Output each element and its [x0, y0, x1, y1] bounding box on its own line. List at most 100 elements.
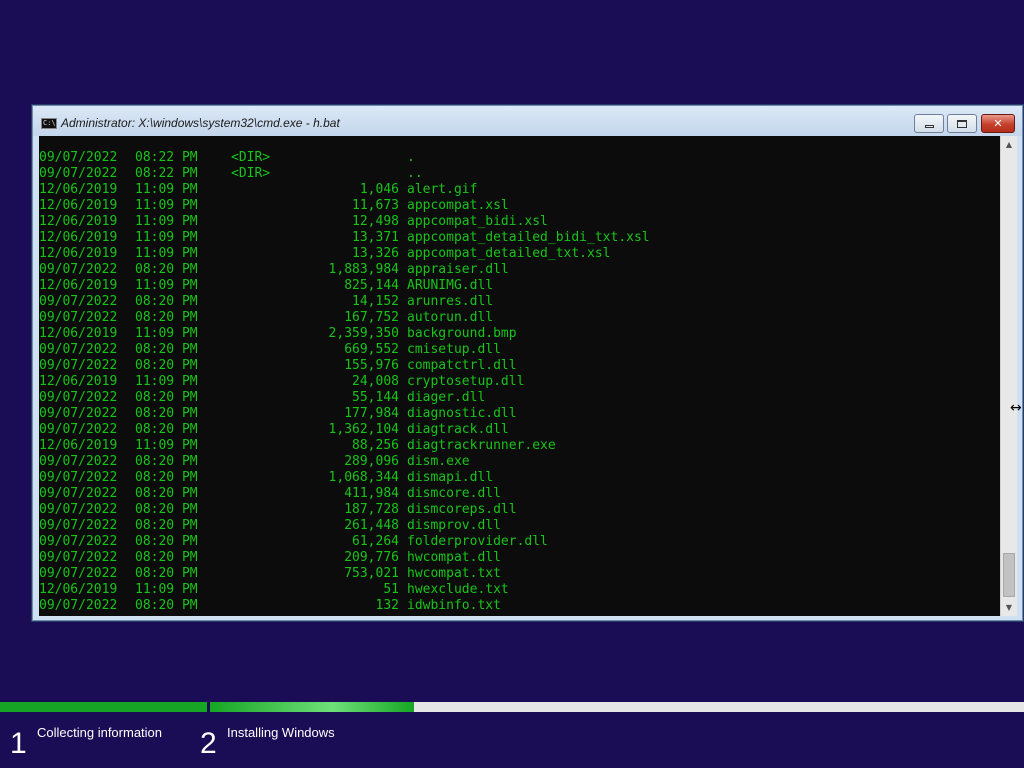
row-date: 12/06/2019 [39, 214, 118, 229]
close-button[interactable]: ✕ [981, 114, 1015, 133]
minimize-button[interactable] [914, 114, 944, 133]
listing-row: 12/06/2019 11:09 PM 13,326 appcompat_detail… [39, 246, 650, 262]
step-label: Collecting information [37, 725, 163, 740]
listing-row: 09/07/2022 08:20 PM 669,552 cmisetup.dll [39, 342, 650, 358]
row-size: 187,728 [344, 502, 399, 517]
row-size: 88,256 [352, 438, 399, 453]
cmd-icon: C:\_ [41, 118, 57, 129]
row-date: 12/06/2019 [39, 582, 118, 597]
listing-row: 09/07/2022 08:20 PM 1,883,984 appraiser.dll [39, 262, 650, 278]
title-bar[interactable]: C:\_ Administrator: X:\windows\system32\… [33, 106, 1022, 136]
row-time: 08:20 PM [135, 358, 198, 373]
scroll-thumb[interactable] [1003, 553, 1015, 597]
row-size: 177,984 [344, 406, 399, 421]
row-time: 08:20 PM [135, 422, 198, 437]
row-date: 09/07/2022 [39, 598, 118, 613]
row-filename: hwcompat.txt [407, 566, 501, 581]
row-size: 61,264 [352, 534, 399, 549]
listing-row: 09/07/2022 08:20 PM 132 idwbinfo.txt [39, 598, 650, 614]
row-date: 09/07/2022 [39, 454, 118, 469]
row-date: 09/07/2022 [39, 502, 118, 517]
row-size: 167,752 [344, 310, 399, 325]
listing-row: 12/06/2019 11:09 PM 88,256 diagtrackrunner.… [39, 438, 650, 454]
vertical-scrollbar[interactable]: ▲ ▼ [1000, 136, 1017, 616]
listing-row: 09/07/2022 08:20 PM 1,362,104 diagtrack.dll [39, 422, 650, 438]
listing-row: 09/07/2022 08:20 PM 1,068,344 dismapi.dll [39, 470, 650, 486]
row-filename: arunres.dll [407, 294, 494, 309]
row-size: 209,776 [344, 550, 399, 565]
row-size: 24,008 [352, 374, 399, 389]
row-date: 09/07/2022 [39, 406, 118, 421]
row-date: 09/07/2022 [39, 486, 118, 501]
row-time: 08:20 PM [135, 310, 198, 325]
row-date: 12/06/2019 [39, 182, 118, 197]
row-filename: autorun.dll [407, 310, 494, 325]
row-size: 1,362,104 [328, 422, 399, 437]
row-filename: folderprovider.dll [407, 534, 548, 549]
row-size: 753,021 [344, 566, 399, 581]
row-size: 2,359,350 [328, 326, 399, 341]
row-time: 08:20 PM [135, 470, 198, 485]
step2-progress [210, 702, 414, 712]
row-date: 09/07/2022 [39, 150, 118, 165]
row-dir-tag: <DIR> [231, 150, 271, 165]
row-size: 55,144 [352, 390, 399, 405]
setup-progress-bar [0, 702, 1024, 712]
maximize-button[interactable] [947, 114, 977, 133]
row-time: 11:09 PM [135, 374, 198, 389]
row-dir-tag: <DIR> [231, 166, 271, 181]
row-time: 08:20 PM [135, 294, 198, 309]
row-size: 155,976 [344, 358, 399, 373]
directory-listing: 09/07/2022 08:22 PM <DIR>. 09/07/2022 08:22 … [39, 150, 650, 614]
listing-row: 09/07/2022 08:20 PM 167,752 autorun.dll [39, 310, 650, 326]
row-filename: cryptosetup.dll [407, 374, 525, 389]
row-date: 09/07/2022 [39, 294, 118, 309]
row-filename: dism.exe [407, 454, 470, 469]
row-time: 08:22 PM [135, 166, 198, 181]
listing-row: 12/06/2019 11:09 PM 24,008 cryptosetup.dll [39, 374, 650, 390]
row-date: 09/07/2022 [39, 422, 118, 437]
listing-row: 09/07/2022 08:20 PM 289,096 dism.exe [39, 454, 650, 470]
row-time: 11:09 PM [135, 198, 198, 213]
step-number: 1 [10, 727, 27, 760]
row-filename: appcompat_detailed_bidi_txt.xsl [407, 230, 650, 245]
row-time: 08:20 PM [135, 454, 198, 469]
row-date: 12/06/2019 [39, 278, 118, 293]
row-size: 13,371 [352, 230, 399, 245]
row-time: 08:20 PM [135, 534, 198, 549]
row-time: 08:20 PM [135, 518, 198, 533]
row-filename: ARUNIMG.dll [407, 278, 494, 293]
listing-row: 12/06/2019 11:09 PM 13,371 appcompat_detail… [39, 230, 650, 246]
row-filename: idwbinfo.txt [407, 598, 501, 613]
row-filename: dismcoreps.dll [407, 502, 517, 517]
row-size: 1,046 [359, 182, 399, 197]
listing-row: 12/06/2019 11:09 PM 1,046 alert.gif [39, 182, 650, 198]
row-date: 09/07/2022 [39, 390, 118, 405]
row-date: 12/06/2019 [39, 198, 118, 213]
console-output[interactable]: 09/07/2022 08:22 PM <DIR>. 09/07/2022 08:22 … [39, 136, 1000, 616]
listing-row: 09/07/2022 08:20 PM 155,976 compatctrl.dll [39, 358, 650, 374]
scroll-up-icon[interactable]: ▲ [1001, 136, 1017, 153]
row-time: 08:22 PM [135, 150, 198, 165]
listing-row: 09/07/2022 08:20 PM 55,144 diager.dll [39, 390, 650, 406]
row-date: 09/07/2022 [39, 566, 118, 581]
row-size: 132 [375, 598, 399, 613]
row-date: 12/06/2019 [39, 230, 118, 245]
row-size: 1,883,984 [328, 262, 399, 277]
row-size: 14,152 [352, 294, 399, 309]
row-size: 289,096 [344, 454, 399, 469]
window-title: Administrator: X:\windows\system32\cmd.e… [61, 116, 340, 130]
row-filename: diagtrack.dll [407, 422, 509, 437]
row-size: 669,552 [344, 342, 399, 357]
scroll-down-icon[interactable]: ▼ [1001, 599, 1017, 616]
row-filename: dismapi.dll [407, 470, 494, 485]
row-size: 12,498 [352, 214, 399, 229]
row-date: 09/07/2022 [39, 342, 118, 357]
close-icon: ✕ [993, 117, 1003, 130]
listing-row: 09/07/2022 08:20 PM 261,448 dismprov.dll [39, 518, 650, 534]
listing-row: 09/07/2022 08:20 PM 753,021 hwcompat.txt [39, 566, 650, 582]
cmd-window[interactable]: C:\_ Administrator: X:\windows\system32\… [32, 105, 1023, 621]
row-time: 11:09 PM [135, 278, 198, 293]
row-size: 11,673 [352, 198, 399, 213]
row-filename: . [407, 150, 415, 165]
